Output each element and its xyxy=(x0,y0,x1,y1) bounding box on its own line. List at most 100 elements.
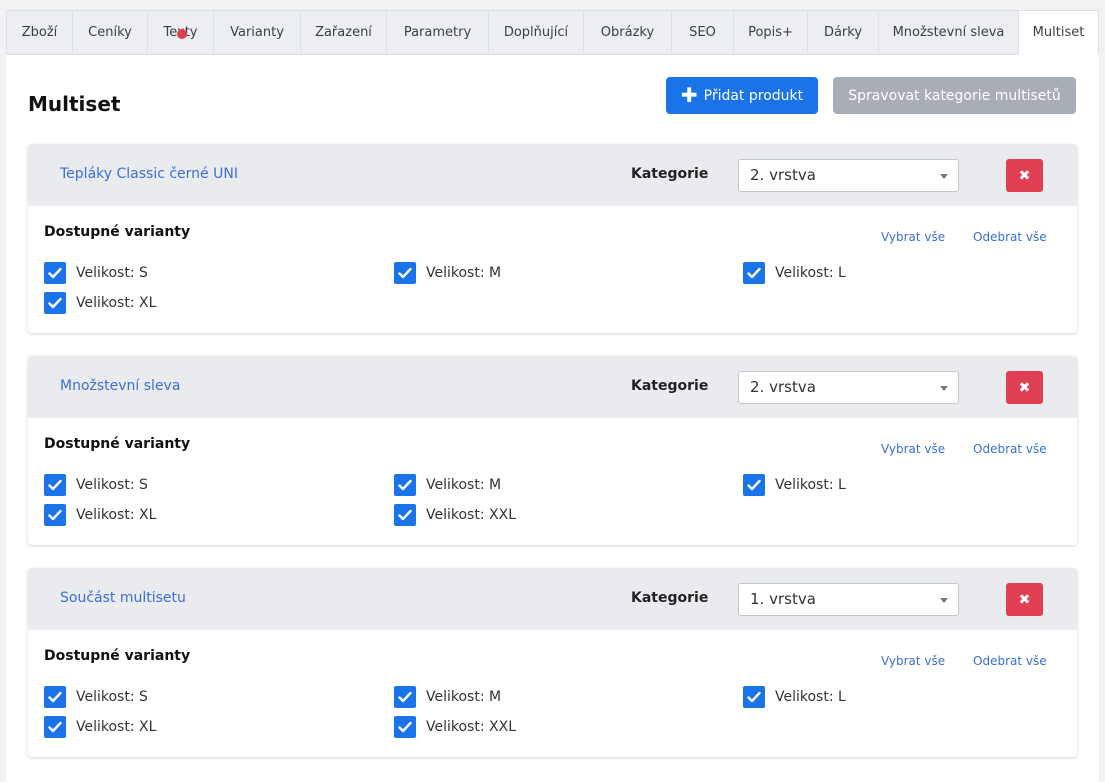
deselect-all-link[interactable]: Odebrat vše xyxy=(973,230,1047,244)
variant-label: Velikost: L xyxy=(775,477,846,493)
category-label: Kategorie xyxy=(631,166,709,182)
variant-checkbox-row[interactable]: Velikost: XL xyxy=(44,716,156,738)
delete-button[interactable]: ✖ xyxy=(1006,583,1043,616)
category-select[interactable]: 1. vrstva xyxy=(738,583,959,616)
available-variants-title: Dostupné varianty xyxy=(44,436,191,452)
checkbox-checked[interactable] xyxy=(44,686,66,708)
notification-dot xyxy=(177,29,187,39)
tab-3[interactable]: Texty xyxy=(147,10,213,55)
manage-categories-label: Spravovat kategorie multisetů xyxy=(848,87,1061,104)
card-header: Součást multisetu Kategorie 1. vrstva ✖ xyxy=(28,568,1077,630)
variant-label: Velikost: XL xyxy=(76,507,157,523)
variant-label: Velikost: M xyxy=(426,265,502,281)
tab-label: Doplňující xyxy=(503,25,569,40)
variant-label: Velikost: XXL xyxy=(426,719,516,735)
checkbox-checked[interactable] xyxy=(394,504,416,526)
variant-label: Velikost: S xyxy=(76,689,148,705)
select-all-link[interactable]: Vybrat vše xyxy=(881,654,945,668)
tab-bar: Zboží Ceníky Texty Varianty Zařazení Parametr… xyxy=(6,10,1099,55)
tab-2[interactable]: Ceníky xyxy=(72,10,147,55)
checkbox-checked[interactable] xyxy=(44,262,66,284)
multiset-item-card: Množstevní sleva Kategorie 2. vrstva ✖ Dostu… xyxy=(28,356,1077,545)
tab-11[interactable]: Dárky xyxy=(807,10,878,55)
main-panel: Zboží Ceníky Texty Varianty Zařazení Parametr… xyxy=(6,10,1099,782)
variant-checkbox-row[interactable]: Velikost: XXL xyxy=(394,504,516,526)
checkbox-checked[interactable] xyxy=(743,262,765,284)
tab-label: Dárky xyxy=(823,25,863,40)
category-label: Kategorie xyxy=(631,378,709,394)
tab-12[interactable]: Množstevní sleva xyxy=(878,10,1018,55)
variant-checkbox-row[interactable]: Velikost: S xyxy=(44,474,148,496)
deselect-all-link[interactable]: Odebrat vše xyxy=(973,442,1047,456)
tab-8[interactable]: Obrázky xyxy=(583,10,671,55)
tab-10[interactable]: Popis+ xyxy=(733,10,807,55)
multiset-item-card: Tepláky Classic černé UNI Kategorie 2. vrs… xyxy=(28,144,1077,333)
checkbox-checked[interactable] xyxy=(394,474,416,496)
tab-label: Ceníky xyxy=(88,25,132,40)
select-all-link[interactable]: Vybrat vše xyxy=(881,230,945,244)
add-product-button[interactable]: ✚ Přidat produkt xyxy=(666,77,818,114)
variant-checkbox-row[interactable]: Velikost: XL xyxy=(44,504,156,526)
tab-5[interactable]: Zařazení xyxy=(300,10,386,55)
checkbox-checked[interactable] xyxy=(44,292,66,314)
variant-checkbox-row[interactable]: Velikost: XL xyxy=(44,292,156,314)
tab-13[interactable]: Multiset xyxy=(1018,10,1099,55)
variant-label: Velikost: M xyxy=(426,477,502,493)
tab-label: Zboží xyxy=(21,25,58,40)
category-select[interactable]: 2. vrstva xyxy=(738,159,959,192)
tab-label: Množstevní sleva xyxy=(892,25,1005,40)
checkbox-checked[interactable] xyxy=(743,686,765,708)
select-all-link[interactable]: Vybrat vše xyxy=(881,442,945,456)
variant-checkbox-row[interactable]: Velikost: M xyxy=(394,686,501,708)
checkbox-checked[interactable] xyxy=(44,474,66,496)
tab-label: Parametry xyxy=(403,25,472,40)
variant-label: Velikost: XXL xyxy=(426,507,516,523)
product-link[interactable]: Množstevní sleva xyxy=(60,378,180,394)
checkbox-checked[interactable] xyxy=(394,716,416,738)
checkbox-checked[interactable] xyxy=(394,686,416,708)
tab-7[interactable]: Doplňující xyxy=(488,10,583,55)
variant-checkbox-row[interactable]: Velikost: M xyxy=(394,262,501,284)
variant-checkbox-row[interactable]: Velikost: XXL xyxy=(394,716,516,738)
variant-label: Velikost: L xyxy=(775,265,846,281)
category-select[interactable]: 2. vrstva xyxy=(738,371,959,404)
variant-checkbox-row[interactable]: Velikost: S xyxy=(44,686,148,708)
delete-button[interactable]: ✖ xyxy=(1006,159,1043,192)
tab-label: Multiset xyxy=(1032,25,1085,40)
checkbox-checked[interactable] xyxy=(743,474,765,496)
tab-label: SEO xyxy=(689,25,716,40)
variant-checkbox-row[interactable]: Velikost: S xyxy=(44,262,148,284)
close-icon: ✖ xyxy=(1018,591,1031,608)
tab-4[interactable]: Varianty xyxy=(213,10,300,55)
category-value: 1. vrstva xyxy=(750,590,816,608)
tab-label: Popis+ xyxy=(748,25,793,40)
tab-9[interactable]: SEO xyxy=(671,10,733,55)
card-body: Dostupné varianty Vybrat vše Odebrat vše Ve… xyxy=(28,630,1077,757)
chevron-down-icon xyxy=(940,598,948,603)
tab-label: Obrázky xyxy=(600,25,655,40)
checkbox-checked[interactable] xyxy=(394,262,416,284)
variant-checkbox-row[interactable]: Velikost: L xyxy=(743,474,846,496)
available-variants-title: Dostupné varianty xyxy=(44,224,191,240)
close-icon: ✖ xyxy=(1018,167,1031,184)
card-header: Množstevní sleva Kategorie 2. vrstva ✖ xyxy=(28,356,1077,418)
product-link[interactable]: Tepláky Classic černé UNI xyxy=(60,166,238,182)
variant-label: Velikost: XL xyxy=(76,719,157,735)
checkbox-checked[interactable] xyxy=(44,716,66,738)
tab-label: Varianty xyxy=(230,25,284,40)
variant-checkbox-row[interactable]: Velikost: L xyxy=(743,262,846,284)
variant-checkbox-row[interactable]: Velikost: M xyxy=(394,474,501,496)
deselect-all-link[interactable]: Odebrat vše xyxy=(973,654,1047,668)
card-header: Tepláky Classic černé UNI Kategorie 2. vrs… xyxy=(28,144,1077,206)
chevron-down-icon xyxy=(940,386,948,391)
card-body: Dostupné varianty Vybrat vše Odebrat vše Ve… xyxy=(28,418,1077,545)
checkbox-checked[interactable] xyxy=(44,504,66,526)
product-link[interactable]: Součást multisetu xyxy=(60,590,186,606)
available-variants-title: Dostupné varianty xyxy=(44,648,191,664)
tab-6[interactable]: Parametry xyxy=(386,10,488,55)
tab-1[interactable]: Zboží xyxy=(6,10,72,55)
manage-categories-button[interactable]: Spravovat kategorie multisetů xyxy=(833,77,1076,114)
delete-button[interactable]: ✖ xyxy=(1006,371,1043,404)
page-title: Multiset xyxy=(28,92,121,116)
variant-checkbox-row[interactable]: Velikost: L xyxy=(743,686,846,708)
